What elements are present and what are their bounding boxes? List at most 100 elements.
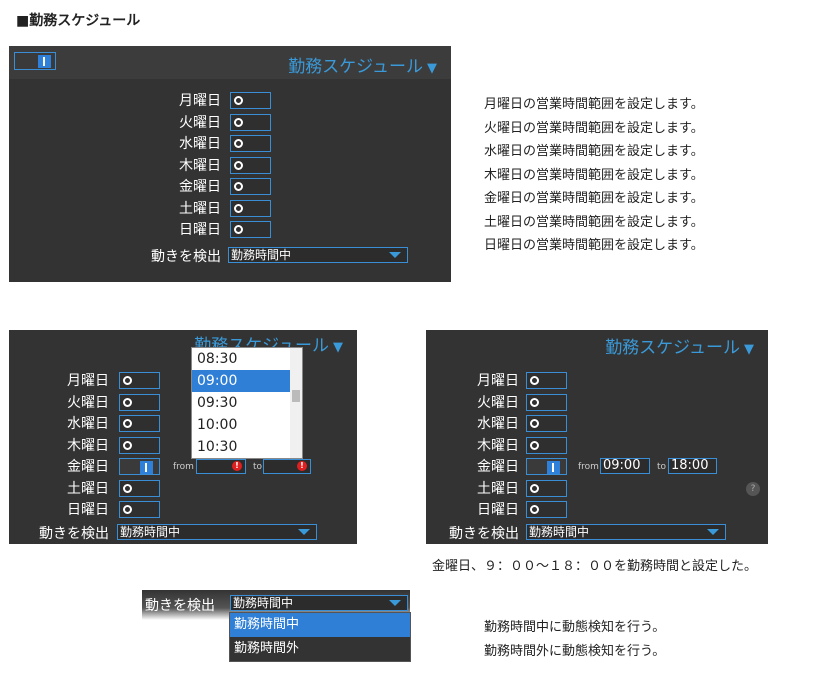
panel-title[interactable]: 勤務スケジュール ▼ bbox=[605, 333, 754, 358]
day-toggle[interactable] bbox=[119, 501, 160, 518]
time-option[interactable]: 10:00 bbox=[192, 414, 290, 436]
toggle-off-knob bbox=[123, 483, 132, 493]
toggle-off-knob bbox=[234, 225, 243, 234]
motion-label: 動きを検出 bbox=[449, 526, 519, 542]
day-toggle[interactable] bbox=[526, 372, 567, 389]
day-label: 火曜日 bbox=[67, 394, 109, 411]
day-label: 水曜日 bbox=[179, 136, 221, 152]
motion-desc-0: 勤務時間中に動態検知を行う。 bbox=[484, 620, 666, 635]
toggle-on-knob bbox=[547, 461, 560, 474]
toggle-off-knob bbox=[234, 182, 243, 191]
toggle-off-knob bbox=[530, 505, 539, 514]
day-toggle[interactable] bbox=[526, 479, 567, 497]
day-toggle[interactable] bbox=[230, 178, 271, 195]
motion-select-value: 勤務時間中 bbox=[529, 525, 590, 539]
day-label: 月曜日 bbox=[67, 373, 109, 389]
from-time-input[interactable]: ! bbox=[196, 459, 246, 474]
friday-note: 金曜日、９：００～１８：００を勤務時間と設定した。 bbox=[432, 559, 758, 574]
page-heading: ■勤務スケジュール bbox=[16, 13, 141, 29]
motion-select-value: 勤務時間中 bbox=[233, 596, 294, 610]
from-time-input[interactable]: 09:00 bbox=[600, 458, 650, 474]
to-label: to bbox=[253, 462, 263, 472]
motion-select[interactable]: 勤務時間中 bbox=[526, 524, 726, 540]
to-label: to bbox=[657, 462, 667, 472]
time-option[interactable]: 09:30 bbox=[192, 392, 290, 414]
toggle-on-knob bbox=[140, 461, 153, 474]
day-toggle[interactable] bbox=[119, 436, 160, 454]
day-label: 金曜日 bbox=[477, 459, 519, 475]
to-time-value: 18:00 bbox=[671, 458, 709, 473]
toggle-off-knob bbox=[123, 505, 132, 514]
time-option[interactable]: 10:30 bbox=[192, 436, 290, 458]
day-toggle[interactable] bbox=[526, 436, 567, 454]
time-option[interactable]: 08:30 bbox=[192, 348, 290, 370]
panel-title-text: 勤務スケジュール bbox=[288, 57, 423, 77]
day-toggle[interactable] bbox=[230, 113, 271, 131]
caret-down-icon bbox=[298, 529, 310, 535]
day-toggle[interactable] bbox=[119, 458, 160, 475]
toggle-off-knob bbox=[123, 397, 132, 407]
panel-title[interactable]: 勤務スケジュール ▼ bbox=[288, 52, 437, 77]
motion-option[interactable]: 勤務時間中 bbox=[230, 613, 410, 637]
day-label: 木曜日 bbox=[477, 437, 519, 454]
day-toggle[interactable] bbox=[230, 92, 271, 109]
schedule-panel-1: 勤務スケジュール ▼ 月曜日 火曜日 水曜日 木曜日 金曜日 土曜日 日曜日 動きを検出 勤務… bbox=[9, 46, 451, 282]
day-label: 木曜日 bbox=[67, 437, 109, 454]
day-toggle[interactable] bbox=[526, 458, 567, 475]
day-label: 火曜日 bbox=[179, 114, 221, 131]
schedule-panel-2: 勤務スケジュール ▼ 月曜日 火曜日 水曜日 木曜日 金曜日 土曜日 日曜日 from ! t… bbox=[9, 330, 357, 544]
dropdown-scrollbar[interactable] bbox=[290, 348, 302, 458]
toggle-off-knob bbox=[530, 483, 539, 493]
toggle-off-knob bbox=[530, 440, 539, 450]
day-toggle[interactable] bbox=[230, 199, 271, 217]
day-toggle[interactable] bbox=[526, 393, 567, 411]
caret-down-icon: ▼ bbox=[744, 342, 754, 357]
day-toggle[interactable] bbox=[230, 135, 271, 152]
help-icon[interactable]: ? bbox=[746, 482, 760, 496]
day-toggle[interactable] bbox=[526, 415, 567, 432]
time-option[interactable]: 09:00 bbox=[192, 370, 290, 392]
error-icon: ! bbox=[297, 461, 307, 471]
day-toggle[interactable] bbox=[119, 372, 160, 389]
day-label: 月曜日 bbox=[179, 93, 221, 109]
day-description: 月曜日の営業時間範囲を設定します。 bbox=[484, 97, 704, 112]
motion-option[interactable]: 勤務時間外 bbox=[230, 637, 410, 661]
day-description: 日曜日の営業時間範囲を設定します。 bbox=[484, 238, 704, 253]
to-time-input[interactable]: ! bbox=[263, 459, 311, 474]
motion-select-value: 勤務時間中 bbox=[231, 248, 292, 262]
day-toggle[interactable] bbox=[526, 501, 567, 518]
day-description: 土曜日の営業時間範囲を設定します。 bbox=[484, 214, 704, 230]
day-label: 月曜日 bbox=[477, 373, 519, 389]
day-toggle[interactable] bbox=[230, 156, 271, 174]
motion-label: 動きを検出 bbox=[39, 526, 109, 542]
day-label: 金曜日 bbox=[179, 179, 221, 195]
motion-label: 動きを検出 bbox=[145, 598, 215, 614]
toggle-off-knob bbox=[234, 203, 243, 213]
day-toggle[interactable] bbox=[119, 479, 160, 497]
day-label: 土曜日 bbox=[477, 480, 519, 497]
toggle-off-knob bbox=[123, 419, 132, 428]
toggle-off-knob bbox=[234, 117, 243, 127]
panel-title-text: 勤務スケジュール bbox=[605, 338, 740, 358]
toggle-off-knob bbox=[234, 160, 243, 170]
day-toggle[interactable] bbox=[119, 415, 160, 432]
from-label: from bbox=[173, 462, 194, 472]
time-dropdown: 08:30 09:00 09:30 10:00 10:30 bbox=[191, 347, 303, 459]
day-label: 火曜日 bbox=[477, 394, 519, 411]
toggle-off-knob bbox=[234, 96, 243, 105]
motion-select[interactable]: 勤務時間中 bbox=[230, 595, 408, 611]
toggle-off-knob bbox=[123, 440, 132, 450]
motion-select[interactable]: 勤務時間中 bbox=[117, 524, 317, 540]
day-label: 水曜日 bbox=[67, 416, 109, 432]
caret-down-icon bbox=[389, 600, 401, 606]
day-toggle[interactable] bbox=[230, 221, 271, 238]
toggle-off-knob bbox=[530, 376, 539, 385]
day-description: 木曜日の営業時間範囲を設定します。 bbox=[484, 167, 704, 183]
day-label: 土曜日 bbox=[67, 480, 109, 497]
to-time-input[interactable]: 18:00 bbox=[668, 458, 717, 474]
motion-dropdown-demo: 動きを検出 勤務時間中 勤務時間中 勤務時間外 bbox=[142, 590, 412, 662]
day-toggle[interactable] bbox=[119, 393, 160, 411]
master-toggle[interactable] bbox=[14, 52, 56, 70]
motion-select[interactable]: 勤務時間中 bbox=[228, 247, 408, 263]
day-description: 水曜日の営業時間範囲を設定します。 bbox=[484, 144, 704, 159]
